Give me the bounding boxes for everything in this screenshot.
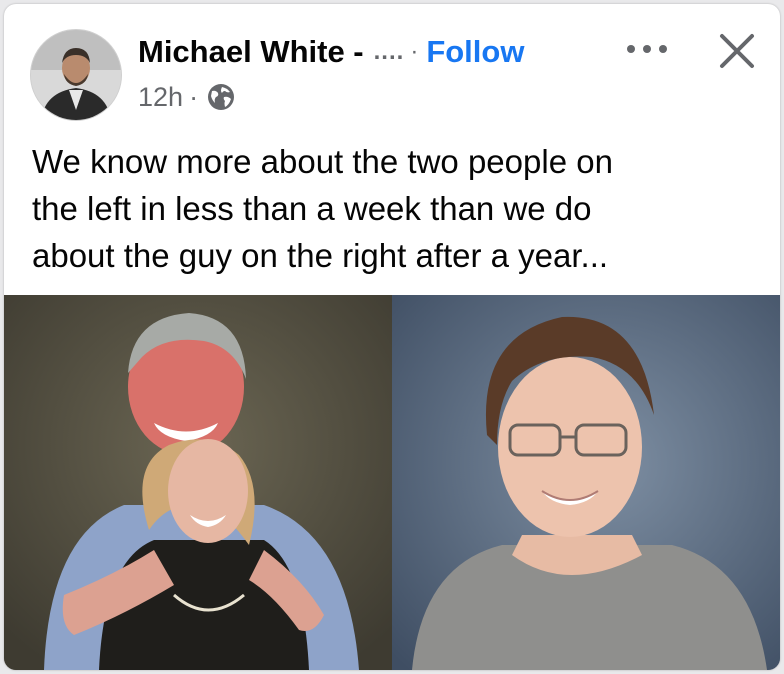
close-icon	[720, 34, 754, 68]
post-photo-right[interactable]	[392, 295, 780, 670]
post-card: Michael White - .... · Follow 12h · We k	[4, 4, 780, 670]
author-avatar[interactable]	[30, 29, 122, 121]
post-text: We know more about the two people on the…	[32, 138, 752, 279]
follow-button[interactable]: Follow	[426, 34, 524, 70]
header-separator: ·	[410, 38, 419, 65]
meta-separator: ·	[189, 81, 199, 112]
couple-photo	[4, 295, 392, 670]
post-text-line: about the guy on the right after a year.…	[32, 237, 609, 274]
close-button[interactable]	[712, 26, 762, 76]
portrait-photo	[392, 295, 780, 670]
post-header: Michael White - .... · Follow	[138, 32, 524, 72]
author-name-truncation: ....	[373, 38, 405, 65]
post-text-line: the left in less than a week than we do	[32, 190, 592, 227]
post-photo-left[interactable]	[4, 295, 392, 670]
author-name[interactable]: Michael White -	[138, 34, 364, 70]
avatar-image	[31, 30, 121, 120]
globe-icon	[206, 82, 236, 112]
post-timestamp[interactable]: 12h	[138, 82, 183, 113]
more-options-icon	[627, 45, 667, 53]
post-text-line: We know more about the two people on	[32, 143, 613, 180]
post-meta: 12h ·	[138, 80, 236, 114]
more-options-button[interactable]	[622, 34, 672, 64]
